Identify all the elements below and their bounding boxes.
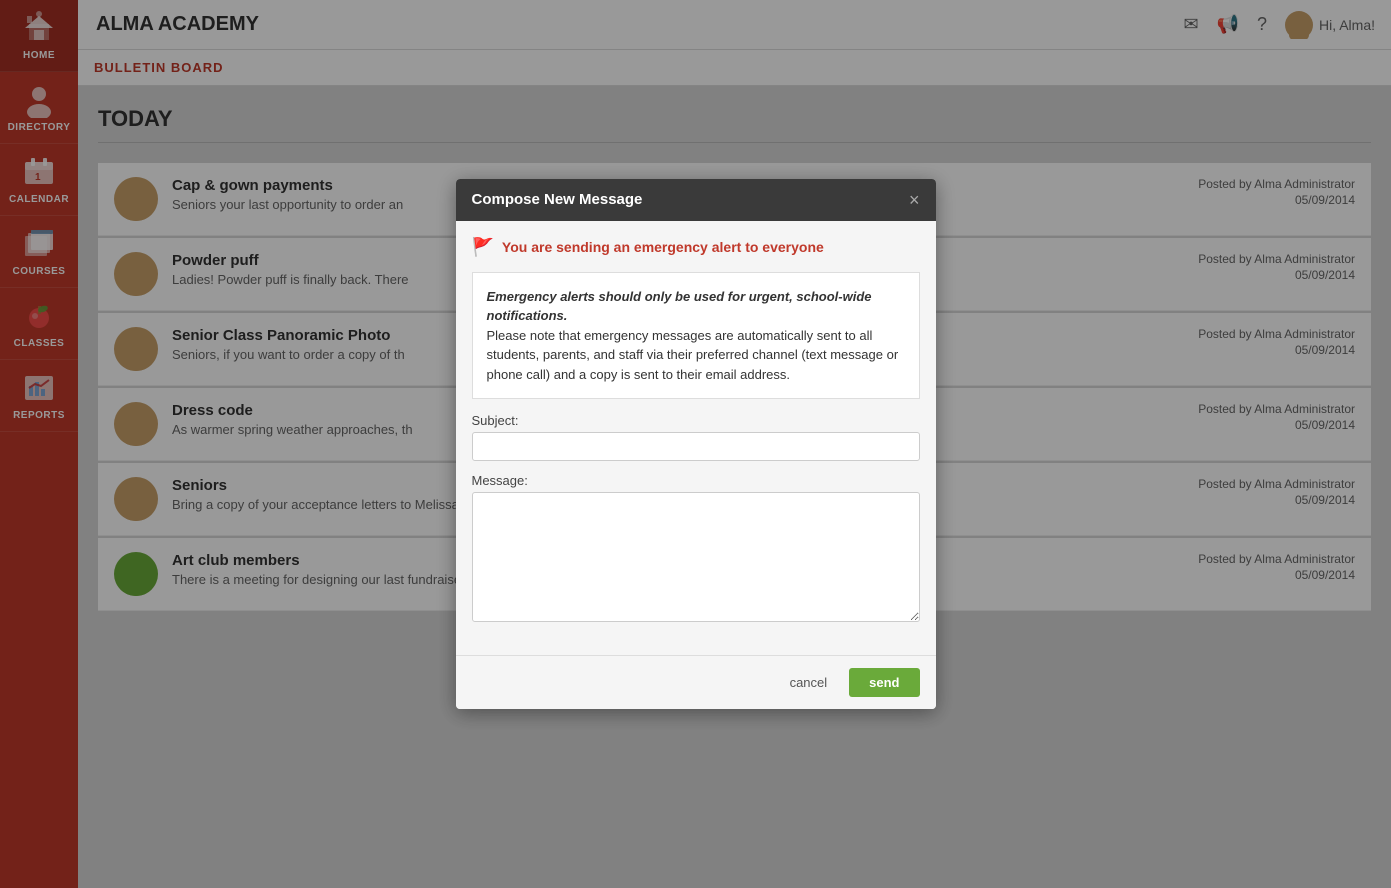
- alert-text: You are sending an emergency alert to ev…: [502, 239, 824, 255]
- modal-body: 🚩 You are sending an emergency alert to …: [456, 221, 936, 656]
- modal-overlay: Compose New Message × 🚩 You are sending …: [0, 0, 1391, 888]
- compose-modal: Compose New Message × 🚩 You are sending …: [456, 179, 936, 710]
- alert-banner: 🚩 You are sending an emergency alert to …: [472, 237, 920, 258]
- send-button[interactable]: send: [849, 668, 919, 697]
- modal-title: Compose New Message: [472, 191, 643, 208]
- message-label: Message:: [472, 473, 920, 488]
- alert-body: Please note that emergency messages are …: [487, 326, 905, 385]
- subject-input[interactable]: [472, 432, 920, 461]
- alert-bold: Emergency alerts should only be used for…: [487, 289, 872, 324]
- alert-info-box: Emergency alerts should only be used for…: [472, 272, 920, 400]
- message-input[interactable]: [472, 492, 920, 622]
- subject-group: Subject:: [472, 413, 920, 461]
- cancel-button[interactable]: cancel: [778, 668, 840, 697]
- modal-footer: cancel send: [456, 655, 936, 709]
- flag-icon: 🚩: [472, 237, 494, 258]
- close-button[interactable]: ×: [909, 191, 920, 209]
- subject-label: Subject:: [472, 413, 920, 428]
- message-group: Message:: [472, 473, 920, 627]
- modal-header: Compose New Message ×: [456, 179, 936, 221]
